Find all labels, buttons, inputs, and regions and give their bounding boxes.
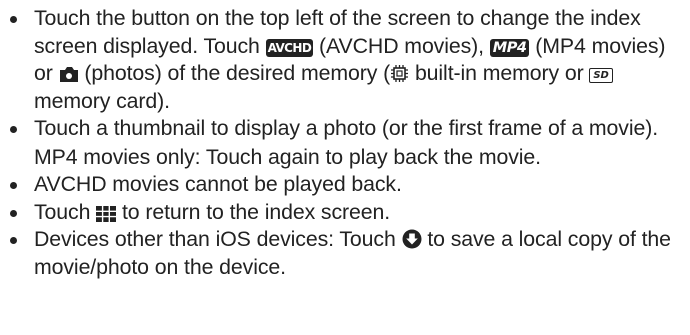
list-item: Touch a thumbnail to display a photo (or… bbox=[0, 115, 682, 171]
bullet-dot bbox=[10, 237, 17, 244]
instruction-list: Touch the button on the top left of the … bbox=[0, 5, 682, 281]
document: Touch the button on the top left of the … bbox=[0, 0, 690, 335]
text-span: memory card). bbox=[34, 88, 170, 113]
list-item: Touch to return to the index screen. bbox=[0, 199, 682, 227]
index-grid-icon bbox=[96, 205, 117, 226]
list-item: Devices other than iOS devices: Touch to… bbox=[0, 226, 682, 281]
download-circle-icon bbox=[402, 229, 422, 253]
text-span: (photos) of the desired memory ( bbox=[78, 61, 391, 85]
text-span: Devices other than iOS devices: Touch bbox=[34, 227, 402, 251]
note-text: MP4 movies only: Touch again to play bac… bbox=[34, 144, 541, 169]
list-item: AVCHD movies cannot be played back. bbox=[0, 171, 682, 199]
text-span: to return to the index screen. bbox=[116, 199, 391, 224]
sd-card-icon: SD bbox=[589, 68, 613, 83]
text-span: Touch bbox=[34, 199, 97, 224]
camera-icon bbox=[59, 66, 79, 87]
list-item: Touch the button on the top left of the … bbox=[0, 5, 682, 115]
bullet-dot bbox=[10, 182, 17, 189]
text-span: AVCHD movies cannot be played back. bbox=[34, 172, 402, 196]
mp4-badge-icon: MP4 bbox=[489, 38, 530, 57]
text-span: built-in mem­ory or bbox=[409, 61, 590, 85]
text-span: (AVCHD movies), bbox=[313, 33, 490, 58]
bullet-dot bbox=[10, 126, 17, 133]
built-in-memory-icon bbox=[390, 64, 409, 87]
bullet-dot bbox=[10, 209, 17, 217]
bullet-dot bbox=[10, 16, 17, 23]
avchd-badge-icon: AVCHD bbox=[265, 38, 314, 57]
text-span: Touch a thumbnail to display a photo (or… bbox=[34, 116, 659, 140]
